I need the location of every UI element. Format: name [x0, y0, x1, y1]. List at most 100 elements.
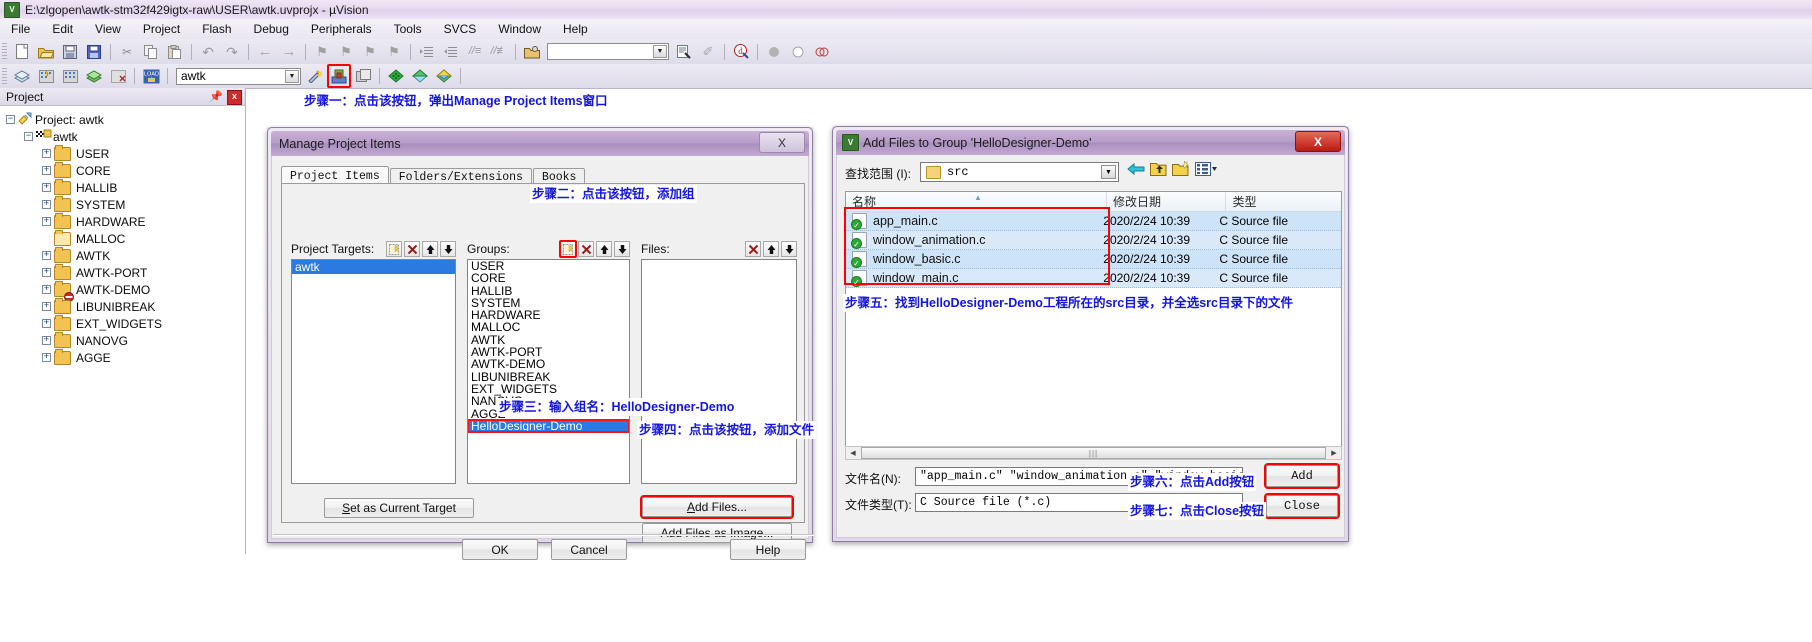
lookin-combo[interactable]: src ▼: [920, 162, 1119, 182]
expand-icon[interactable]: +: [42, 166, 51, 175]
move-target-down-button[interactable]: [440, 241, 456, 257]
menu-view[interactable]: View: [84, 20, 132, 38]
menu-project[interactable]: Project: [132, 20, 191, 38]
close-icon[interactable]: x: [227, 90, 242, 105]
menu-svcs[interactable]: SVCS: [433, 20, 488, 38]
tree-node-group[interactable]: + SYSTEM: [0, 195, 245, 213]
add-files-titlebar[interactable]: V Add Files to Group 'HelloDesigner-Demo…: [836, 130, 1345, 155]
debug-query-icon[interactable]: d: [730, 41, 752, 63]
expand-icon[interactable]: +: [42, 302, 51, 311]
breakpoint-disable-icon[interactable]: [811, 41, 833, 63]
files-list[interactable]: [641, 259, 797, 484]
set-as-current-target-button[interactable]: Set as Current Target: [324, 498, 474, 518]
delete-file-button[interactable]: [745, 241, 761, 257]
find-combo[interactable]: ▼: [547, 43, 669, 60]
collapse-icon[interactable]: −: [6, 115, 15, 124]
chevron-down-icon[interactable]: ▼: [653, 45, 667, 58]
redo-icon[interactable]: ↷: [221, 41, 243, 63]
download-icon[interactable]: LOAD: [140, 65, 162, 87]
file-row[interactable]: window_main.c 2020/2/24 10:39 C Source fil…: [846, 269, 1341, 288]
new-target-button[interactable]: [386, 241, 402, 257]
tree-node-group[interactable]: MALLOC: [0, 229, 245, 247]
open-file-icon[interactable]: [35, 41, 57, 63]
undo-icon[interactable]: ↶: [197, 41, 219, 63]
config-wizard-multi-icon[interactable]: [433, 65, 455, 87]
config-wizard-green-icon[interactable]: [385, 65, 407, 87]
menu-window[interactable]: Window: [487, 20, 552, 38]
hscroll-thumb[interactable]: |||: [861, 447, 1326, 459]
new-group-button[interactable]: [559, 240, 577, 258]
expand-icon[interactable]: +: [42, 319, 51, 328]
back-arrow-icon[interactable]: [1127, 161, 1145, 180]
find-replace-icon[interactable]: ✐: [697, 41, 719, 63]
tree-node-group[interactable]: + AWTK-PORT: [0, 263, 245, 281]
breakpoint-empty-icon[interactable]: [787, 41, 809, 63]
tree-node-group[interactable]: + AWTK: [0, 246, 245, 264]
navigate-back-icon[interactable]: ←: [254, 41, 276, 63]
tree-node-project-root[interactable]: − Project: awtk: [0, 111, 245, 128]
cut-icon[interactable]: ✂: [116, 41, 138, 63]
group-list-item[interactable]: HelloDesigner-Demo: [468, 418, 629, 434]
outdent-icon[interactable]: [440, 41, 462, 63]
chevron-down-icon[interactable]: ▼: [285, 69, 299, 83]
expand-icon[interactable]: +: [42, 353, 51, 362]
expand-icon[interactable]: +: [42, 149, 51, 158]
bookmark-next-icon[interactable]: ⚑: [359, 41, 381, 63]
menu-tools[interactable]: Tools: [383, 20, 433, 38]
save-all-icon[interactable]: [83, 41, 105, 63]
menu-peripherals[interactable]: Peripherals: [300, 20, 383, 38]
stop-build-icon[interactable]: [107, 65, 129, 87]
bookmark-clear-icon[interactable]: ⚑: [383, 41, 405, 63]
comment-icon[interactable]: //≡: [464, 41, 486, 63]
expand-icon[interactable]: +: [42, 268, 51, 277]
close-button[interactable]: Close: [1264, 493, 1340, 519]
delete-target-button[interactable]: [404, 241, 420, 257]
manage-dialog-titlebar[interactable]: Manage Project Items X: [271, 131, 809, 156]
project-targets-list[interactable]: awtk: [291, 259, 456, 484]
expand-icon[interactable]: +: [42, 217, 51, 226]
help-button[interactable]: Help: [730, 539, 806, 560]
tree-node-group[interactable]: + HARDWARE: [0, 212, 245, 230]
file-row[interactable]: window_animation.c 2020/2/24 10:39 C Sourc…: [846, 231, 1341, 250]
file-row[interactable]: app_main.c 2020/2/24 10:39 C Source file: [846, 212, 1341, 231]
copy-icon[interactable]: [140, 41, 162, 63]
save-icon[interactable]: [59, 41, 81, 63]
tree-node-group[interactable]: + HALLIB: [0, 178, 245, 196]
uncomment-icon[interactable]: //≢: [488, 41, 510, 63]
open-folder-icon[interactable]: [521, 41, 543, 63]
expand-icon[interactable]: +: [42, 285, 51, 294]
batch-build-icon[interactable]: [83, 65, 105, 87]
menu-flash[interactable]: Flash: [191, 20, 242, 38]
tree-node-group[interactable]: + LIBUNIBREAK: [0, 297, 245, 315]
tree-node-group[interactable]: + CORE: [0, 161, 245, 179]
target-combo[interactable]: awtk ▼: [176, 67, 301, 85]
move-target-up-button[interactable]: [422, 241, 438, 257]
config-wizard-teal-icon[interactable]: [409, 65, 431, 87]
group-list-item[interactable]: CORE: [468, 272, 629, 285]
add-files-button[interactable]: Add Files...: [640, 495, 794, 519]
collapse-icon[interactable]: −: [24, 132, 33, 141]
pin-icon[interactable]: 📌: [209, 90, 223, 103]
expand-icon[interactable]: +: [42, 251, 51, 260]
group-list-item[interactable]: AWTK-DEMO: [468, 358, 629, 371]
menu-edit[interactable]: Edit: [41, 20, 84, 38]
ok-button[interactable]: OK: [462, 539, 538, 560]
new-file-icon[interactable]: [11, 41, 33, 63]
manage-project-items-button[interactable]: [327, 64, 351, 88]
target-options-icon[interactable]: [304, 65, 326, 87]
expand-icon[interactable]: +: [42, 183, 51, 192]
chevron-down-icon[interactable]: ▼: [1101, 165, 1116, 179]
build-icon[interactable]: [35, 65, 57, 87]
scroll-right-icon[interactable]: ▶: [1327, 447, 1341, 459]
paste-icon[interactable]: [164, 41, 186, 63]
groups-list[interactable]: USER CORE HALLIB SYSTEM HARDWARE MALLOC AWTK AW…: [467, 259, 630, 484]
project-target-item[interactable]: awtk: [292, 260, 455, 274]
toolbar-grip-2[interactable]: [2, 67, 7, 85]
translate-icon[interactable]: [11, 65, 33, 87]
expand-icon[interactable]: +: [42, 336, 51, 345]
cancel-button[interactable]: Cancel: [551, 539, 627, 560]
navigate-forward-icon[interactable]: →: [278, 41, 300, 63]
menu-file[interactable]: File: [0, 20, 41, 38]
find-in-files-icon[interactable]: [673, 41, 695, 63]
breakpoint-filled-icon[interactable]: [763, 41, 785, 63]
